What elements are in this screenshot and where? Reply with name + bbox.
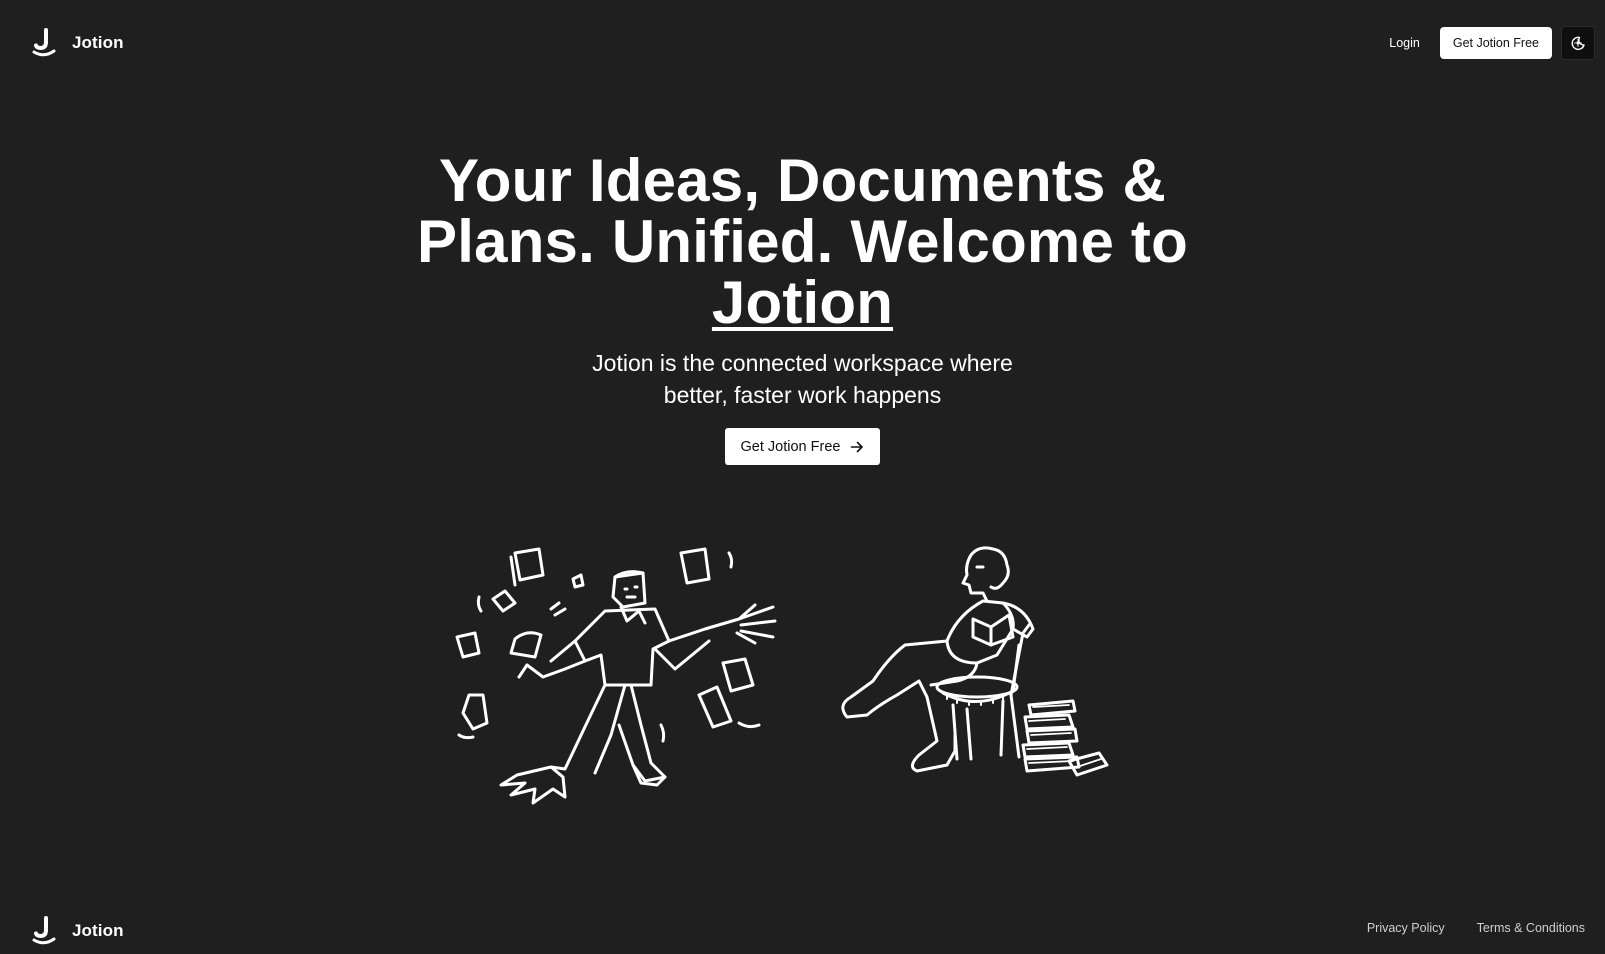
- footer: Jotion Privacy Policy Terms & Conditions: [0, 916, 1605, 954]
- get-jotion-free-button[interactable]: Get Jotion Free: [1439, 27, 1552, 59]
- jotion-logo-icon: [32, 916, 56, 945]
- hero-illustrations: [455, 545, 1115, 815]
- theme-toggle-button[interactable]: [1561, 26, 1595, 60]
- hero-title: Your Ideas, Documents & Plans. Unified. …: [393, 150, 1213, 333]
- hero-title-text: Your Ideas, Documents & Plans. Unified. …: [417, 147, 1188, 275]
- hero-get-jotion-free-button[interactable]: Get Jotion Free: [724, 428, 881, 465]
- person-juggling-documents-illustration: [455, 547, 777, 805]
- arrow-right-icon: [851, 441, 864, 452]
- navbar: Jotion Login Get Jotion Free: [0, 0, 1605, 86]
- jotion-logo-icon: [32, 28, 56, 57]
- navbar-actions: Login Get Jotion Free: [1389, 26, 1595, 60]
- hero-title-brand: Jotion: [711, 269, 894, 336]
- moon-sun-icon: [1571, 36, 1585, 51]
- hero-subtitle: Jotion is the connected workspace where …: [592, 350, 1013, 408]
- footer-brand-name: Jotion: [72, 921, 124, 940]
- login-button[interactable]: Login: [1389, 36, 1420, 50]
- brand-name: Jotion: [72, 33, 124, 52]
- person-reading-in-chair-illustration: [841, 546, 1109, 777]
- hero-cta-label: Get Jotion Free: [740, 438, 841, 455]
- hero-section: Your Ideas, Documents & Plans. Unified. …: [0, 150, 1605, 465]
- footer-brand-logo-link[interactable]: Jotion: [32, 915, 124, 947]
- footer-links: Privacy Policy Terms & Conditions: [1367, 921, 1585, 935]
- brand-logo-link[interactable]: Jotion: [32, 27, 124, 59]
- privacy-policy-link[interactable]: Privacy Policy: [1367, 921, 1445, 935]
- terms-and-conditions-link[interactable]: Terms & Conditions: [1477, 921, 1585, 935]
